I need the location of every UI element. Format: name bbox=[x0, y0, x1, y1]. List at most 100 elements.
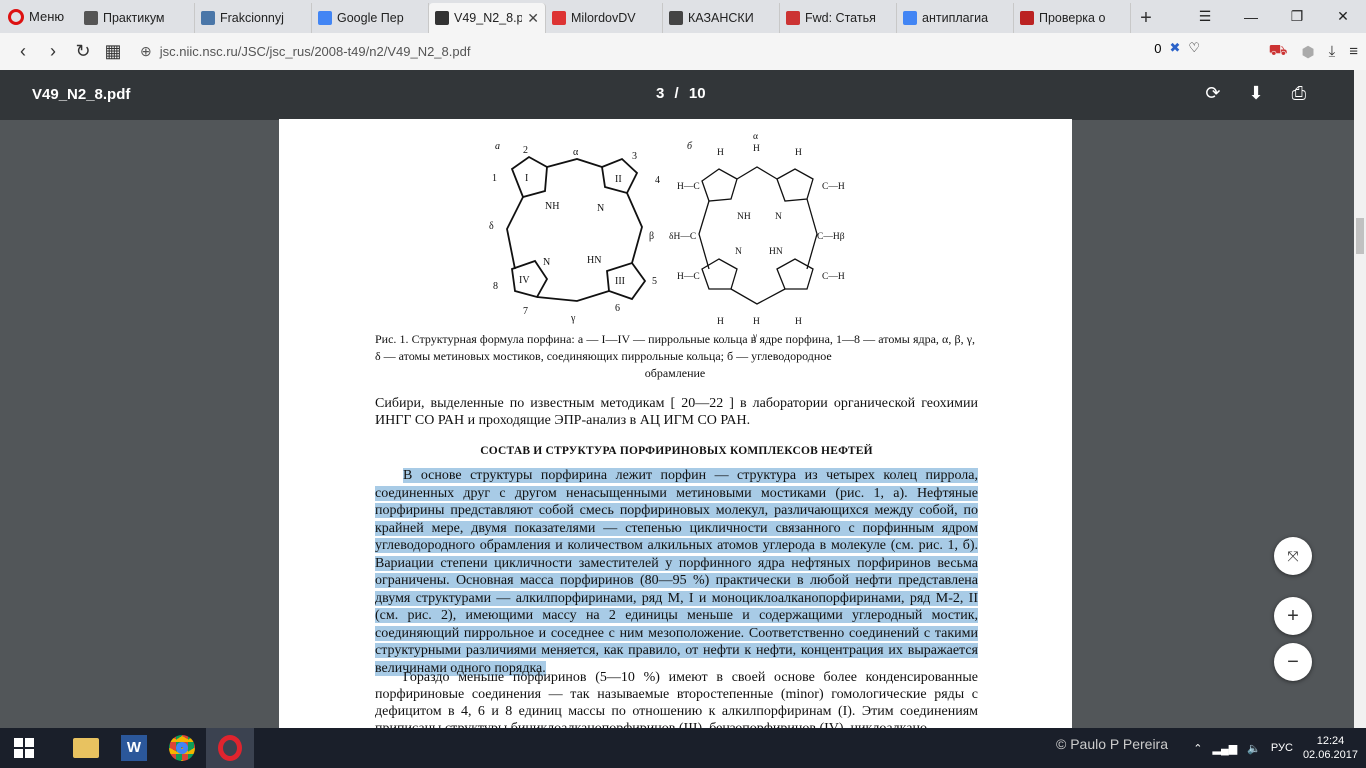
language-indicator[interactable]: РУС bbox=[1271, 742, 1293, 754]
forward-button[interactable]: › bbox=[38, 37, 68, 67]
adblock-icon[interactable]: ✖ bbox=[1169, 40, 1180, 56]
svg-text:3: 3 bbox=[632, 151, 637, 162]
svg-text:1: 1 bbox=[492, 173, 497, 184]
tab-1[interactable]: Frakcionnyj bbox=[195, 3, 312, 33]
cart-icon[interactable]: ⛟ bbox=[1269, 42, 1288, 61]
svg-text:C—Hβ: C—Hβ bbox=[817, 232, 845, 242]
svg-text:β: β bbox=[649, 231, 654, 242]
url-field[interactable]: ⊕ jsc.niic.nsc.ru/JSC/jsc_rus/2008-t49/n… bbox=[140, 36, 1214, 66]
tab-menu-icon[interactable]: ☰ bbox=[1182, 0, 1228, 33]
copyright-icon bbox=[1020, 11, 1034, 25]
download-icon[interactable]: ⤓ bbox=[1329, 43, 1336, 60]
opera-menu-button[interactable]: Меню bbox=[0, 0, 78, 33]
menu-dots-icon[interactable]: ≡ bbox=[1349, 43, 1358, 60]
page-scrollbar[interactable] bbox=[1354, 70, 1366, 728]
tab-8[interactable]: Проверка о bbox=[1014, 3, 1131, 33]
svg-text:H: H bbox=[795, 148, 802, 158]
paragraph-intro: Сибири, выделенные по известным методика… bbox=[375, 396, 978, 428]
speed-dial-icon[interactable]: ▦ bbox=[98, 37, 128, 67]
google-icon bbox=[903, 11, 917, 25]
tab-7[interactable]: антиплагиа bbox=[897, 3, 1014, 33]
svg-text:I: I bbox=[525, 173, 528, 184]
tab-0[interactable]: Практикум bbox=[78, 3, 195, 33]
fit-page-button[interactable]: ⤧ bbox=[1274, 537, 1312, 575]
file-explorer-button[interactable] bbox=[62, 728, 110, 768]
back-button[interactable]: ‹ bbox=[8, 37, 38, 67]
pdf-toolbar: V49_N2_8.pdf 3 / 10 ⟳ ⬇ ⎙ bbox=[0, 70, 1366, 120]
word-icon: W bbox=[121, 735, 147, 761]
browser-tab-bar: Меню Практикум Frakcionnyj Google Пер V4… bbox=[0, 0, 1366, 33]
opera-icon bbox=[218, 735, 242, 761]
svg-text:7: 7 bbox=[523, 306, 528, 317]
svg-text:C—H: C—H bbox=[822, 272, 845, 282]
system-tray: ⌃ ▂▄▆ 🔈 РУС 12:24 02.06.2017 bbox=[1193, 728, 1358, 768]
print-icon[interactable]: ⎙ bbox=[1292, 83, 1306, 104]
svg-text:H—C: H—C bbox=[677, 182, 700, 192]
section-heading: СОСТАВ И СТРУКТУРА ПОРФИРИНОВЫХ КОМПЛЕКС… bbox=[480, 445, 873, 457]
svg-text:NH: NH bbox=[545, 201, 559, 212]
network-icon[interactable]: ▂▄▆ bbox=[1212, 742, 1237, 755]
vpn-icon[interactable]: ⬢ bbox=[1301, 43, 1314, 61]
zoom-out-button[interactable]: − bbox=[1274, 643, 1312, 681]
tray-arrow-icon[interactable]: ⌃ bbox=[1193, 742, 1202, 755]
close-tab-icon[interactable]: ✕ bbox=[527, 10, 539, 27]
gmail-icon bbox=[786, 11, 800, 25]
minimize-button[interactable]: — bbox=[1228, 0, 1274, 33]
rotate-icon[interactable]: ⟳ bbox=[1205, 83, 1220, 104]
svg-text:IV: IV bbox=[519, 275, 530, 286]
maximize-button[interactable]: ❐ bbox=[1274, 0, 1320, 33]
paragraph-selected[interactable]: В основе структуры порфирина лежит порфи… bbox=[375, 467, 978, 677]
current-page[interactable]: 3 bbox=[656, 85, 664, 102]
svg-text:N: N bbox=[543, 257, 550, 268]
minus-icon: − bbox=[1287, 650, 1299, 673]
new-tab-button[interactable]: + bbox=[1131, 3, 1161, 33]
svg-text:C—H: C—H bbox=[822, 182, 845, 192]
svg-text:8: 8 bbox=[493, 281, 498, 292]
tab-5[interactable]: КАЗАНСКИ bbox=[663, 3, 780, 33]
chrome-icon bbox=[169, 735, 195, 761]
bookmark-heart-icon[interactable]: ♡ bbox=[1188, 40, 1200, 56]
svg-text:III: III bbox=[615, 276, 625, 287]
building-icon bbox=[669, 11, 683, 25]
download-pdf-icon[interactable]: ⬇ bbox=[1249, 83, 1264, 104]
reload-button[interactable]: ↻ bbox=[68, 37, 98, 67]
chrome-button[interactable] bbox=[158, 728, 206, 768]
close-window-button[interactable]: ✕ bbox=[1320, 0, 1366, 33]
tab-3-active[interactable]: V49_N2_8.p ✕ bbox=[429, 3, 546, 33]
svg-text:N: N bbox=[597, 203, 604, 214]
vk-icon bbox=[201, 11, 215, 25]
tab-2[interactable]: Google Пер bbox=[312, 3, 429, 33]
svg-text:N: N bbox=[775, 212, 782, 222]
start-button[interactable] bbox=[0, 728, 48, 768]
total-pages: 10 bbox=[688, 85, 706, 102]
tab-4[interactable]: MilordovDV bbox=[546, 3, 663, 33]
volume-icon[interactable]: 🔈 bbox=[1247, 742, 1261, 755]
pdf-filename: V49_N2_8.pdf bbox=[32, 86, 131, 103]
svg-text:α: α bbox=[573, 147, 579, 158]
svg-text:HN: HN bbox=[769, 247, 783, 257]
tab-6[interactable]: Fwd: Статья bbox=[780, 3, 897, 33]
paragraph-minor: Гораздо меньше порфиринов (5—10 %) имеют… bbox=[375, 670, 978, 728]
opera-logo-icon bbox=[8, 8, 24, 25]
svg-text:δH—C: δH—C bbox=[669, 232, 696, 242]
window-controls: ☰ — ❐ ✕ bbox=[1182, 0, 1366, 33]
plus-icon: + bbox=[1287, 604, 1299, 627]
pdf-actions: ⟳ ⬇ ⎙ bbox=[1205, 83, 1306, 104]
scrollbar-thumb[interactable] bbox=[1356, 218, 1364, 254]
zoom-in-button[interactable]: + bbox=[1274, 597, 1312, 635]
svg-text:II: II bbox=[615, 174, 622, 185]
text-selection: В основе структуры порфирина лежит порфи… bbox=[375, 468, 978, 676]
fit-icon: ⤧ bbox=[1287, 547, 1299, 564]
adblock-count: 0 bbox=[1154, 40, 1162, 56]
svg-text:5: 5 bbox=[652, 276, 657, 287]
word-button[interactable]: W bbox=[110, 728, 158, 768]
address-toolbar: ‹ › ↻ ▦ ⊕ jsc.niic.nsc.ru/JSC/jsc_rus/20… bbox=[0, 33, 1366, 70]
svg-text:H: H bbox=[795, 317, 802, 327]
svg-text:2: 2 bbox=[523, 145, 528, 156]
svg-text:4: 4 bbox=[655, 175, 660, 186]
svg-text:H: H bbox=[717, 317, 724, 327]
flask-icon bbox=[435, 11, 449, 25]
folder-icon bbox=[73, 738, 99, 758]
opera-button[interactable] bbox=[206, 728, 254, 768]
clock[interactable]: 12:24 02.06.2017 bbox=[1303, 734, 1358, 762]
